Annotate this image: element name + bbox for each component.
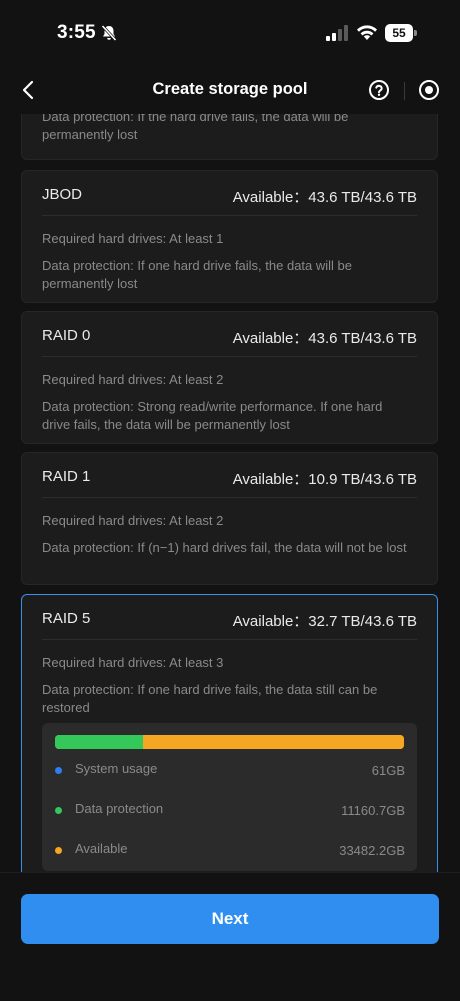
pool-type-card-raid1[interactable]: RAID 1 Available：10.9 TB/43.6 TB Require…	[21, 452, 438, 585]
battery-level: 55	[385, 24, 413, 42]
pool-type-list[interactable]: Data protection: If the hard drive fails…	[0, 114, 460, 872]
card-available: Available：43.6 TB/43.6 TB	[233, 186, 417, 207]
legend-label: Available	[75, 841, 128, 856]
legend-dot-icon	[55, 767, 62, 774]
legend-row-available: Available 33482.2GB	[42, 841, 417, 861]
legend-label: System usage	[75, 761, 157, 776]
card-divider	[42, 356, 417, 357]
card-protection-text: Data protection: If (n−1) hard drives fa…	[42, 539, 413, 557]
status-bar: 3:55 55	[0, 0, 460, 68]
pool-type-card-partial[interactable]: Data protection: If the hard drive fails…	[21, 114, 438, 160]
pool-type-card-raid5[interactable]: RAID 5 Available：32.7 TB/43.6 TB Require…	[21, 594, 438, 872]
card-divider	[42, 639, 417, 640]
card-pool-name: JBOD	[42, 186, 82, 203]
card-available: Available：32.7 TB/43.6 TB	[233, 610, 417, 631]
capacity-usage-panel: System usage 61GB Data protection 11160.…	[42, 723, 417, 871]
legend-value: 33482.2GB	[339, 843, 405, 858]
legend-value: 11160.7GB	[341, 803, 405, 818]
help-icon[interactable]	[368, 79, 390, 101]
footer-bar: Next	[0, 872, 460, 1001]
legend-row-system-usage: System usage 61GB	[42, 761, 417, 781]
battery-icon: 55	[385, 24, 417, 42]
card-protection-text: Data protection: Strong read/write perfo…	[42, 398, 413, 434]
card-divider	[42, 215, 417, 216]
card-required-drives: Required hard drives: At least 2	[42, 513, 223, 528]
card-protection-text: Data protection: If one hard drive fails…	[42, 257, 413, 293]
legend-value: 61GB	[372, 763, 405, 778]
header-divider	[404, 82, 405, 100]
card-pool-name: RAID 0	[42, 327, 90, 344]
cellular-signal-icon	[326, 25, 348, 41]
pool-type-card-raid0[interactable]: RAID 0 Available：43.6 TB/43.6 TB Require…	[21, 311, 438, 444]
legend-row-data-protection: Data protection 11160.7GB	[42, 801, 417, 821]
card-protection-text: Data protection: If one hard drive fails…	[42, 681, 413, 717]
status-time: 3:55	[57, 22, 96, 44]
capacity-usage-bar	[55, 735, 404, 749]
wifi-icon	[356, 23, 378, 41]
nav-header: Create storage pool	[0, 68, 460, 114]
card-required-drives: Required hard drives: At least 1	[42, 231, 223, 246]
card-available: Available：43.6 TB/43.6 TB	[233, 327, 417, 348]
card-available: Available：10.9 TB/43.6 TB	[233, 468, 417, 489]
card-required-drives: Required hard drives: At least 3	[42, 655, 223, 670]
next-button[interactable]: Next	[21, 894, 439, 944]
legend-label: Data protection	[75, 801, 163, 816]
usage-segment-available	[143, 735, 404, 749]
usage-segment-protection	[55, 735, 142, 749]
card-pool-name: RAID 1	[42, 468, 90, 485]
card-divider	[42, 497, 417, 498]
card-required-drives: Required hard drives: At least 2	[42, 372, 223, 387]
pool-type-card-jbod[interactable]: JBOD Available：43.6 TB/43.6 TB Required …	[21, 170, 438, 303]
card-pool-name: RAID 5	[42, 610, 90, 627]
legend-dot-icon	[55, 847, 62, 854]
legend-dot-icon	[55, 807, 62, 814]
card-protection-text: Data protection: If the hard drive fails…	[42, 114, 413, 144]
record-target-icon[interactable]	[418, 79, 440, 101]
bell-muted-icon	[100, 24, 118, 42]
page-title: Create storage pool	[0, 80, 460, 99]
